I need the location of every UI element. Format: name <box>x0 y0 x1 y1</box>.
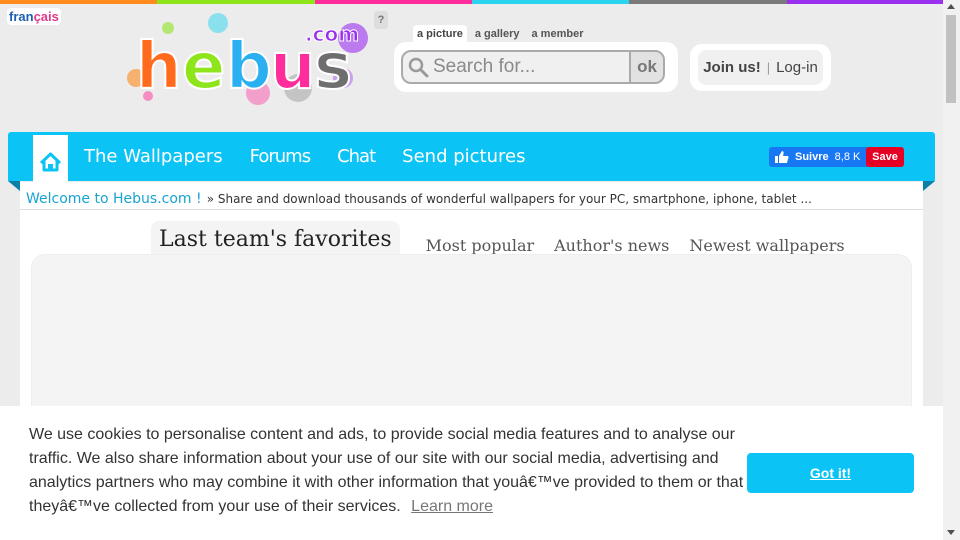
logo-letter-e: e <box>182 30 225 104</box>
account-links: Join us! | Log-in <box>698 50 823 85</box>
navbar-fold-left <box>8 181 20 191</box>
search-tab-member[interactable]: a member <box>528 25 588 43</box>
cookie-message: We use cookies to personalise content an… <box>29 426 744 515</box>
pinterest-save-button[interactable]: Save <box>866 147 904 167</box>
hebus-logo[interactable]: h e b u s .com <box>118 8 378 108</box>
account-separator: | <box>766 60 771 75</box>
home-icon <box>39 152 62 172</box>
top-color-stripe <box>0 0 944 4</box>
pinterest-save-label: Save <box>872 151 898 163</box>
nav-item-forums[interactable]: Forums <box>250 146 311 167</box>
logo-suffix: .com <box>305 22 359 46</box>
login-link[interactable]: Log-in <box>776 59 818 76</box>
vertical-scrollbar[interactable] <box>943 0 960 540</box>
language-switch[interactable]: français <box>7 8 61 25</box>
search-type-tabs: a picture a gallery a member <box>413 25 587 43</box>
nav-home[interactable] <box>33 132 68 184</box>
facebook-follow-label: Suivre <box>795 151 829 163</box>
divider <box>20 209 923 210</box>
gallery-panel <box>31 254 912 414</box>
welcome-title: Welcome to Hebus.com ! <box>26 191 202 207</box>
search-ok-button[interactable]: ok <box>629 52 663 82</box>
language-label-part1: fran <box>9 9 34 24</box>
language-label-part2: çais <box>33 9 59 24</box>
search-tab-gallery[interactable]: a gallery <box>471 25 524 43</box>
navbar-fold-right <box>923 181 935 191</box>
cookie-accept-button[interactable]: Got it! <box>747 453 914 493</box>
account-panel: Join us! | Log-in <box>690 44 831 91</box>
search-box: ok <box>401 50 665 84</box>
facebook-follow-button[interactable]: Suivre 8,8 K <box>769 147 870 167</box>
nav-item-send-pictures[interactable]: Send pictures <box>402 146 525 167</box>
cookie-banner: We use cookies to personalise content an… <box>0 406 943 540</box>
search-icon <box>403 52 433 82</box>
join-us-link[interactable]: Join us! <box>703 59 761 76</box>
learn-more-link[interactable]: Learn more <box>411 498 493 515</box>
welcome-bar: Welcome to Hebus.com ! » Share and downl… <box>26 188 812 207</box>
cookie-message-block: We use cookies to personalise content an… <box>29 423 759 519</box>
nav-item-wallpapers[interactable]: The Wallpapers <box>84 146 223 167</box>
nav-item-chat[interactable]: Chat <box>337 146 376 167</box>
tab-team-favorites[interactable]: Last team's favorites <box>151 221 400 258</box>
thumbs-up-icon <box>775 151 789 163</box>
nav-links: The Wallpapers Forums Chat Send pictures <box>84 146 552 167</box>
scroll-down-arrow-icon[interactable] <box>947 530 955 535</box>
search-tab-picture[interactable]: a picture <box>413 25 467 43</box>
help-button[interactable]: ? <box>374 11 388 29</box>
facebook-follow-count: 8,8 K <box>834 151 861 163</box>
search-panel: ok <box>394 42 678 92</box>
gallery-tabs: Last team's favorites Most popular Autho… <box>151 221 865 258</box>
logo-letter-h: h <box>136 30 182 104</box>
logo-letter-b: b <box>226 30 272 104</box>
welcome-text: » Share and download thousands of wonder… <box>206 192 812 206</box>
scroll-up-arrow-icon[interactable] <box>947 4 955 9</box>
search-input[interactable] <box>433 52 633 82</box>
scrollbar-thumb[interactable] <box>946 15 956 103</box>
